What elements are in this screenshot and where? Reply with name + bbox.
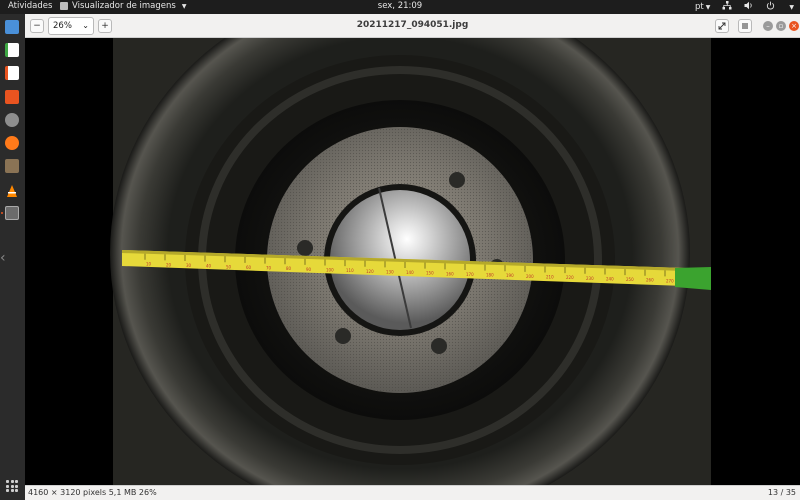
tape-tick-label: 100: [326, 267, 334, 272]
tape-tick-label: 250: [626, 277, 634, 282]
tape-tick-label: 220: [566, 275, 574, 280]
tape-tick-label: 20: [166, 262, 172, 267]
chevron-left-icon: ‹: [0, 250, 6, 266]
firefox-icon[interactable]: [5, 136, 19, 150]
document-icon[interactable]: [5, 66, 19, 80]
zoom-out-label: −: [33, 21, 41, 31]
zoom-in-button[interactable]: +: [98, 19, 112, 33]
vlc-icon[interactable]: [5, 183, 19, 197]
tape-tick-label: 150: [426, 271, 434, 276]
caret-down-icon: ▼: [705, 4, 711, 11]
settings-icon[interactable]: [5, 113, 19, 127]
top-bar: Atividades Visualizador de imagens ▼ sex…: [0, 0, 800, 14]
system-tray[interactable]: pt ▼ ▼: [695, 1, 794, 13]
app-name: Visualizador de imagens: [72, 1, 176, 11]
file-cabinet-icon[interactable]: [5, 159, 19, 173]
fullscreen-button[interactable]: [715, 19, 729, 33]
tape-tick-label: 80: [286, 266, 292, 271]
tape-tick-label: 110: [346, 268, 354, 273]
tape-tick-label: 30: [186, 263, 192, 268]
window-title: 20211217_094051.jpg: [356, 20, 469, 30]
tape-tick-label: 190: [506, 273, 514, 278]
tape-tick-label: 140: [406, 270, 414, 275]
tape-tick-label: 40: [206, 264, 212, 269]
tape-tick-label: 130: [386, 269, 394, 274]
files-icon[interactable]: [5, 20, 19, 34]
tape-tick-label: 200: [526, 274, 534, 279]
software-store-icon[interactable]: [5, 90, 19, 104]
image-info: 4160 × 3120 pixels 5,1 MB 26%: [28, 488, 157, 497]
caret-down-icon: ▼: [181, 2, 187, 10]
tape-tick-label: 270: [666, 278, 674, 283]
image-position: 13 / 35: [767, 488, 796, 497]
zoom-out-button[interactable]: −: [30, 19, 44, 33]
language-indicator[interactable]: pt ▼: [695, 2, 710, 12]
menu-button[interactable]: [738, 19, 752, 33]
tape-tick-label: 70: [266, 266, 272, 271]
caret-down-icon: ▼: [789, 3, 794, 11]
status-bar: 4160 × 3120 pixels 5,1 MB 26% 13 / 35: [25, 485, 800, 500]
zoom-value: 26%: [53, 21, 72, 31]
tape-tick-label: 230: [586, 276, 594, 281]
tape-tick-label: 120: [366, 269, 374, 274]
image-viewer-icon: [60, 2, 68, 10]
tape-tick-label: 210: [546, 275, 554, 280]
zoom-in-label: +: [101, 21, 109, 31]
spreadsheet-icon[interactable]: [5, 43, 19, 57]
tape-tick-label: 240: [606, 276, 614, 281]
header-bar: − 26% ⌄ + 20211217_094051.jpg – ▫ ×: [25, 14, 800, 38]
power-icon[interactable]: [766, 1, 775, 13]
running-indicator: [1, 212, 3, 214]
tape-tick-label: 260: [646, 278, 654, 283]
image-viewer-icon[interactable]: [5, 206, 19, 220]
dock: ‹: [0, 14, 25, 500]
minimize-button[interactable]: –: [763, 21, 773, 31]
app-menu[interactable]: Visualizador de imagens ▼: [60, 1, 186, 11]
tape-tick-label: 160: [446, 271, 454, 276]
volume-icon[interactable]: [744, 1, 754, 13]
maximize-button[interactable]: ▫: [776, 21, 786, 31]
tape-tick-label: 10: [146, 262, 152, 267]
tape-tick-label: 60: [246, 265, 252, 270]
displayed-photo: 10 20 30 40 50 60 70 80 90 100 110 120 130 140 150 160 1…: [110, 38, 711, 485]
close-button[interactable]: ×: [789, 21, 799, 31]
tape-tick-label: 50: [226, 264, 232, 269]
tape-tick-label: 180: [486, 273, 494, 278]
language-label: pt: [695, 2, 704, 12]
show-applications-icon[interactable]: [6, 480, 18, 492]
chevron-down-icon: ⌄: [82, 21, 89, 30]
tape-tick-label: 90: [306, 267, 312, 272]
image-canvas[interactable]: 10 20 30 40 50 60 70 80 90 100 110 120 130 140 150 160 1…: [25, 38, 800, 485]
zoom-select[interactable]: 26% ⌄: [48, 17, 94, 35]
tape-tick-label: 170: [466, 272, 474, 277]
activities-button[interactable]: Atividades: [8, 1, 52, 11]
network-icon[interactable]: [722, 1, 732, 13]
